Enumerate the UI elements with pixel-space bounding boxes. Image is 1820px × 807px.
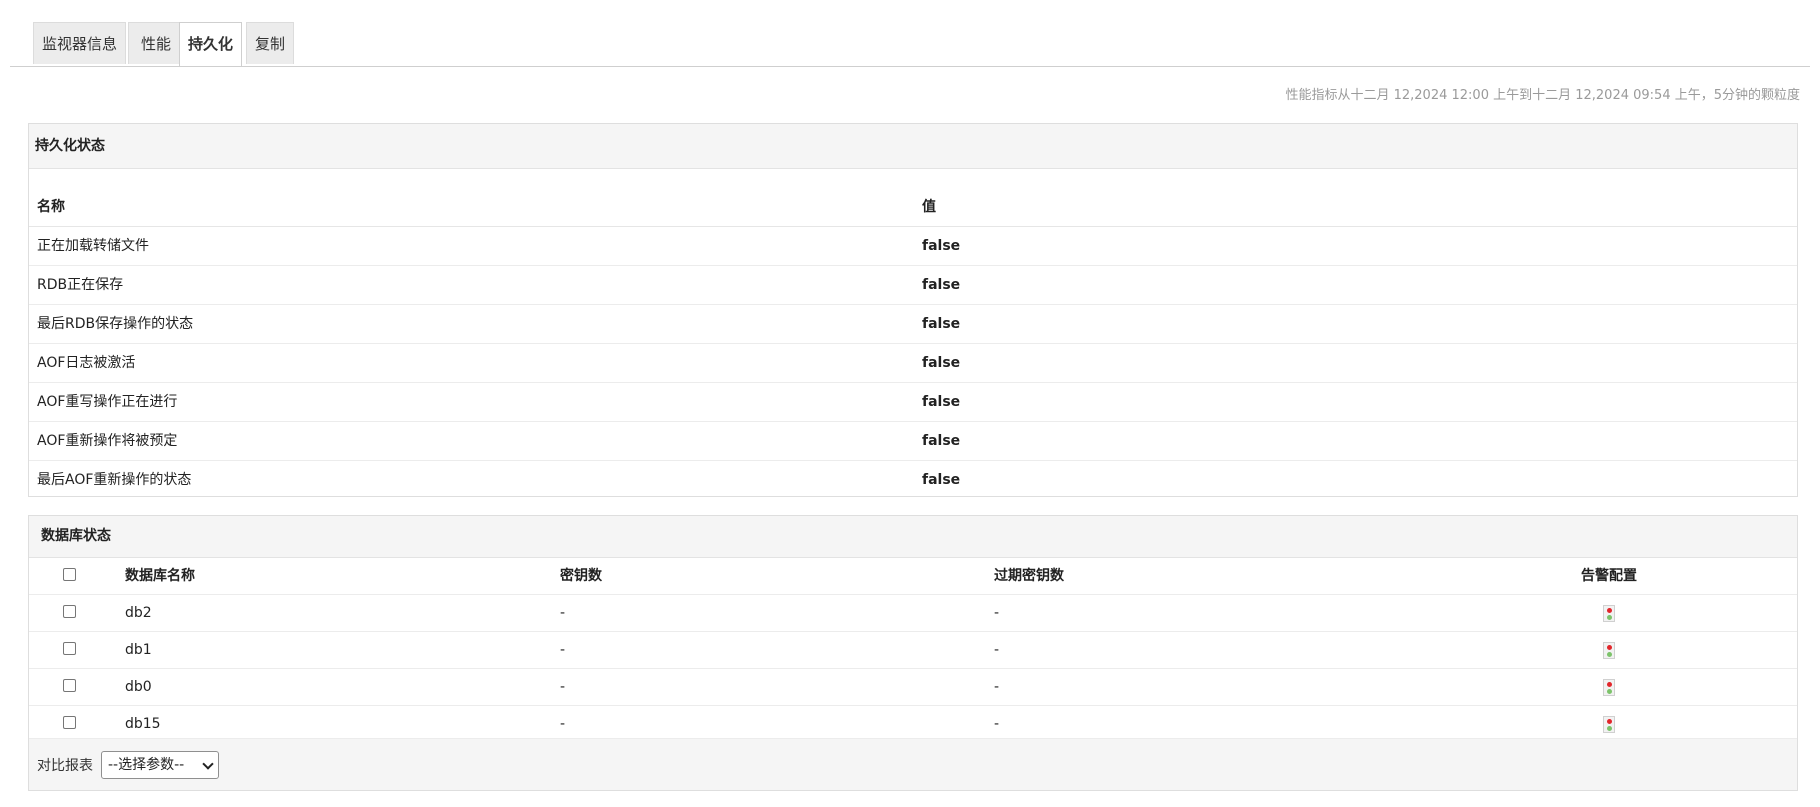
row-value: false (922, 394, 961, 410)
compare-report-label: 对比报表 (37, 758, 93, 774)
row-name: 正在加载转储文件 (37, 238, 149, 254)
persistence-table: 名称 值 正在加载转储文件 false RDB正在保存 false 最后RDB保… (29, 188, 1797, 499)
db-keys: - (560, 716, 566, 732)
column-header-expired-keys: 过期密钥数 (994, 568, 1064, 584)
chevron-down-icon (202, 758, 214, 770)
db-name: db15 (125, 716, 161, 732)
row-value: false (922, 277, 961, 293)
tab-replication[interactable]: 复制 (246, 22, 294, 64)
table-row: 最后RDB保存操作的状态 false (29, 305, 1797, 344)
tab-monitor-info[interactable]: 监视器信息 (33, 22, 126, 64)
traffic-light-icon[interactable] (1603, 716, 1615, 733)
database-panel-title: 数据库状态 (29, 516, 1797, 558)
db-name: db0 (125, 679, 152, 695)
db-name: db1 (125, 642, 152, 658)
column-header-value: 值 (922, 199, 936, 215)
db-name: db2 (125, 605, 152, 621)
db-keys: - (560, 642, 566, 658)
row-value: false (922, 238, 961, 254)
row-value: false (922, 433, 961, 449)
row-name: AOF重写操作正在进行 (37, 394, 178, 410)
row-value: false (922, 355, 961, 371)
column-header-keys: 密钥数 (560, 568, 602, 584)
tab-performance[interactable]: 性能 (128, 22, 184, 64)
db-expired-keys: - (994, 679, 1000, 695)
column-header-alarm-config: 告警配置 (1581, 568, 1637, 584)
compare-select-value: --选择参数-- (108, 757, 185, 773)
traffic-light-icon[interactable] (1603, 679, 1615, 696)
compare-parameter-select[interactable]: --选择参数-- (101, 751, 219, 779)
row-checkbox[interactable] (63, 642, 76, 655)
row-value: false (922, 472, 961, 488)
table-row: AOF重写操作正在进行 false (29, 383, 1797, 422)
database-status-panel: 数据库状态 数据库名称 密钥数 过期密钥数 告警配置 db2 - - db1 -… (28, 515, 1798, 791)
persistence-status-panel: 持久化状态 名称 值 正在加载转储文件 false RDB正在保存 false … (28, 123, 1798, 497)
db-keys: - (560, 679, 566, 695)
row-name: 最后AOF重新操作的状态 (37, 472, 192, 488)
persistence-panel-title: 持久化状态 (29, 124, 1797, 169)
row-checkbox[interactable] (63, 716, 76, 729)
column-header-db-name: 数据库名称 (125, 568, 195, 584)
database-table-header: 数据库名称 密钥数 过期密钥数 告警配置 (29, 558, 1797, 595)
table-row: AOF日志被激活 false (29, 344, 1797, 383)
table-row: 正在加载转储文件 false (29, 227, 1797, 266)
table-row: db1 - - (29, 632, 1797, 669)
db-expired-keys: - (994, 642, 1000, 658)
table-row: db0 - - (29, 669, 1797, 706)
table-row: RDB正在保存 false (29, 266, 1797, 305)
row-value: false (922, 316, 961, 332)
row-checkbox[interactable] (63, 679, 76, 692)
column-header-name: 名称 (37, 199, 65, 215)
compare-report-bar: 对比报表 --选择参数-- (29, 738, 1797, 790)
tab-bar: 监视器信息 性能 持久化 复制 (10, 22, 1810, 67)
tab-persistence[interactable]: 持久化 (179, 22, 242, 66)
table-row: AOF重新操作将被预定 false (29, 422, 1797, 461)
db-expired-keys: - (994, 605, 1000, 621)
table-row: 最后AOF重新操作的状态 false (29, 461, 1797, 499)
row-name: 最后RDB保存操作的状态 (37, 316, 194, 332)
row-name: AOF重新操作将被预定 (37, 433, 178, 449)
table-row: db2 - - (29, 595, 1797, 632)
row-name: AOF日志被激活 (37, 355, 136, 371)
traffic-light-icon[interactable] (1603, 642, 1615, 659)
db-expired-keys: - (994, 716, 1000, 732)
traffic-light-icon[interactable] (1603, 605, 1615, 622)
performance-range-note: 性能指标从十二月 12,2024 12:00 上午到十二月 12,2024 09… (1285, 88, 1800, 103)
row-checkbox[interactable] (63, 605, 76, 618)
select-all-checkbox[interactable] (63, 568, 76, 581)
row-name: RDB正在保存 (37, 277, 124, 293)
persistence-table-header: 名称 值 (29, 188, 1797, 227)
db-keys: - (560, 605, 566, 621)
